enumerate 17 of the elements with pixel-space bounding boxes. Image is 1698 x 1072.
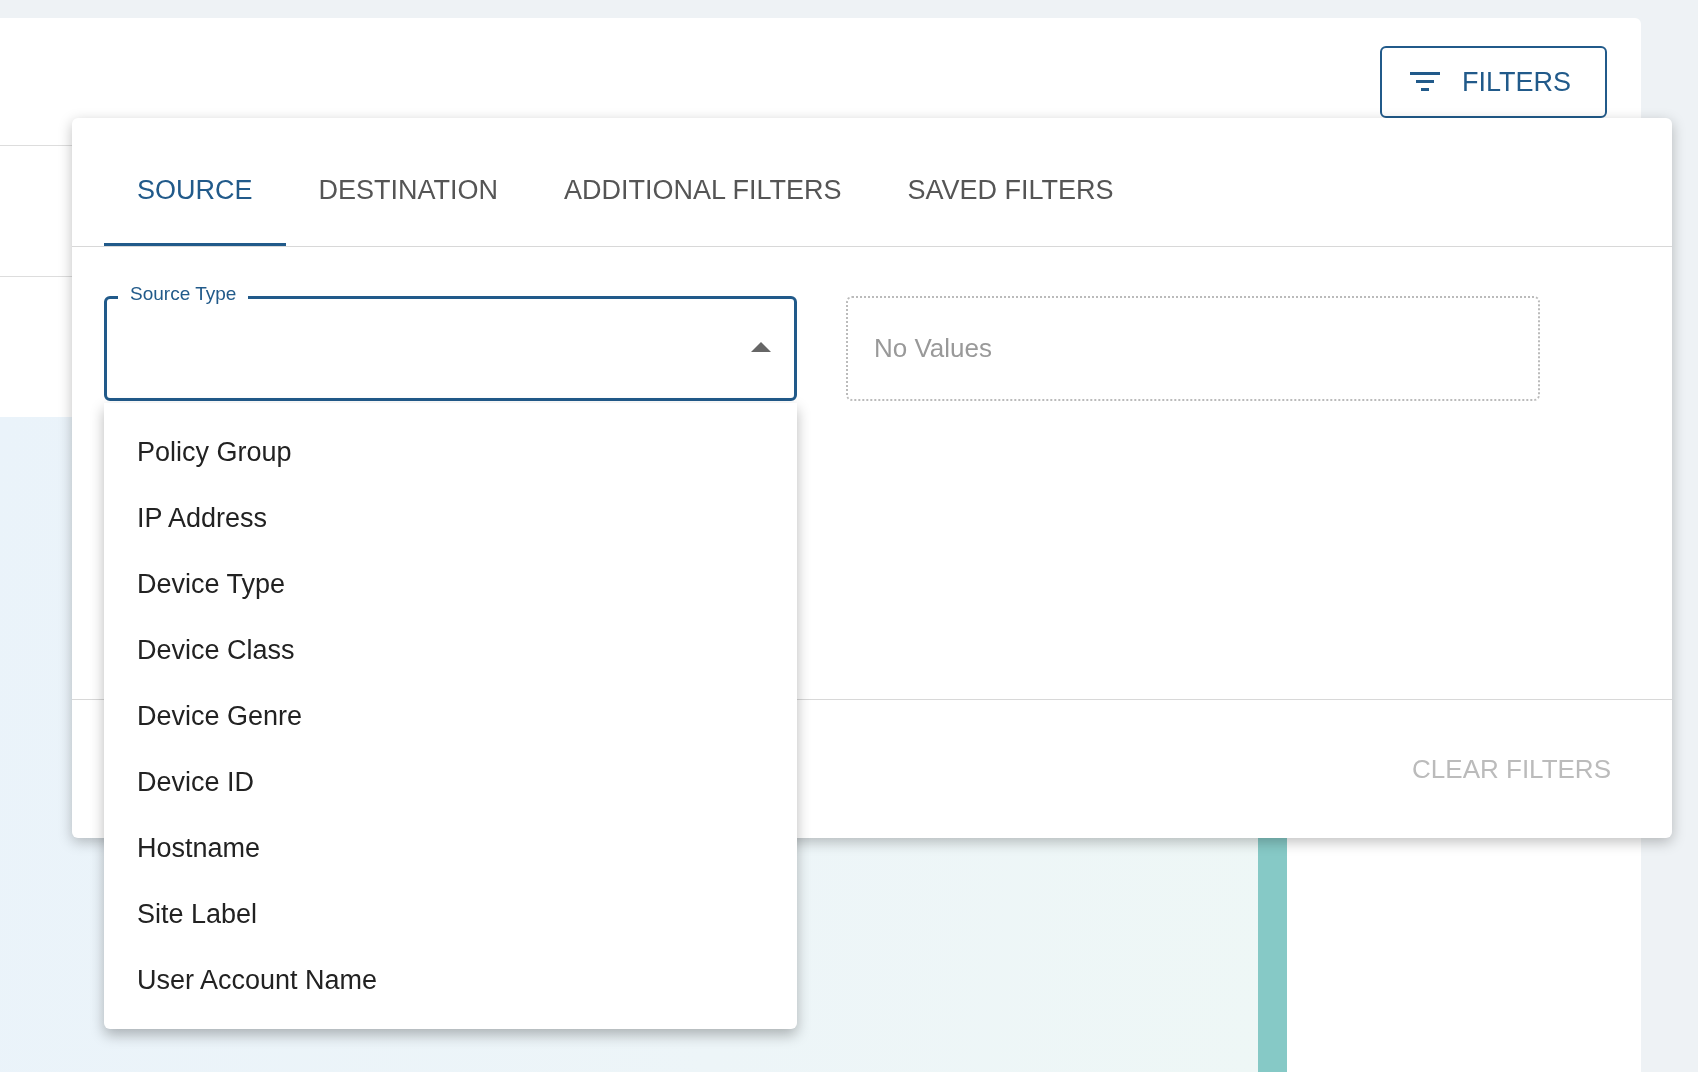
menu-item[interactable]: Policy Group [104, 419, 797, 485]
tab[interactable]: SAVED FILTERS [874, 118, 1147, 246]
menu-item[interactable]: Device Type [104, 551, 797, 617]
menu-item[interactable]: Site Label [104, 881, 797, 947]
menu-item[interactable]: Hostname [104, 815, 797, 881]
menu-item[interactable]: User Account Name [104, 947, 797, 1013]
menu-item[interactable]: Device Genre [104, 683, 797, 749]
menu-item[interactable]: Device ID [104, 749, 797, 815]
filters-button[interactable]: FILTERS [1380, 46, 1607, 118]
filter-icon [1410, 72, 1440, 92]
tab[interactable]: DESTINATION [285, 118, 532, 246]
menu-item[interactable]: Device Class [104, 617, 797, 683]
tab[interactable]: SOURCE [104, 118, 286, 246]
caret-icon [751, 342, 771, 352]
tab[interactable]: ADDITIONAL FILTERS [531, 118, 875, 246]
menu-item[interactable]: IP Address [104, 485, 797, 551]
source-type-select[interactable]: Source Type [104, 282, 797, 401]
